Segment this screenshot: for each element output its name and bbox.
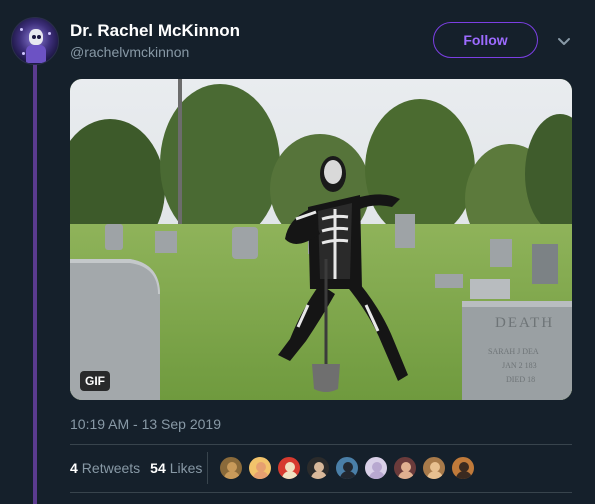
liker-avatar-8[interactable] bbox=[422, 456, 446, 480]
chevron-down-icon[interactable] bbox=[555, 32, 573, 50]
liker-torso bbox=[398, 471, 414, 479]
author-name[interactable]: Dr. Rachel McKinnon bbox=[70, 21, 240, 41]
avatar-sparkle bbox=[20, 28, 23, 31]
retweets-label: Retweets bbox=[81, 460, 141, 476]
thread-line bbox=[33, 64, 37, 504]
liker-avatars bbox=[219, 456, 480, 480]
headstone-line-2: JAN 2 183 bbox=[502, 361, 537, 370]
near-headstone-right: DEATH SARAH J DEA JAN 2 183 DIED 18 bbox=[462, 301, 572, 400]
liker-torso bbox=[427, 471, 443, 479]
gif-frame: DEATH SARAH J DEA JAN 2 183 DIED 18 bbox=[70, 79, 572, 400]
avatar[interactable] bbox=[11, 17, 59, 65]
liker-avatar-6[interactable] bbox=[364, 456, 388, 480]
gif-badge: GIF bbox=[80, 371, 110, 391]
avatar-figure-body bbox=[26, 45, 46, 63]
stats-separator bbox=[207, 452, 208, 484]
liker-torso bbox=[456, 471, 472, 479]
likes-label: Likes bbox=[169, 460, 203, 476]
divider bbox=[70, 492, 572, 493]
liker-torso bbox=[253, 471, 269, 479]
liker-avatar-2[interactable] bbox=[248, 456, 272, 480]
tweet-timestamp[interactable]: 10:19 AM - 13 Sep 2019 bbox=[70, 416, 221, 432]
author-handle[interactable]: @rachelvmckinnon bbox=[70, 44, 189, 60]
liker-avatar-7[interactable] bbox=[393, 456, 417, 480]
avatar-eye bbox=[32, 35, 36, 39]
headstone-line-1: SARAH J DEA bbox=[488, 347, 539, 356]
liker-torso bbox=[282, 471, 298, 479]
gif-media[interactable]: DEATH SARAH J DEA JAN 2 183 DIED 18 GIF bbox=[70, 79, 572, 400]
liker-avatar-5[interactable] bbox=[335, 456, 359, 480]
liker-torso bbox=[311, 471, 327, 479]
follow-button[interactable]: Follow bbox=[433, 22, 538, 58]
liker-torso bbox=[224, 471, 240, 479]
divider bbox=[70, 444, 572, 445]
avatar-sparkle bbox=[48, 32, 51, 35]
likes-count: 54 bbox=[150, 460, 166, 476]
liker-avatar-1[interactable] bbox=[219, 456, 243, 480]
avatar-sparkle bbox=[22, 52, 25, 55]
headstone-title: DEATH bbox=[495, 315, 554, 331]
liker-torso bbox=[369, 471, 385, 479]
liker-avatar-4[interactable] bbox=[306, 456, 330, 480]
retweets-count: 4 bbox=[70, 460, 78, 476]
engagement-stats: 4 Retweets 54 Likes bbox=[70, 460, 212, 476]
headstone-line-3: DIED 18 bbox=[506, 375, 535, 384]
retweets-stat[interactable]: 4 Retweets bbox=[70, 460, 140, 476]
avatar-eye bbox=[37, 35, 41, 39]
liker-avatar-9[interactable] bbox=[451, 456, 475, 480]
liker-torso bbox=[340, 471, 356, 479]
likes-stat[interactable]: 54 Likes bbox=[150, 460, 202, 476]
liker-avatar-3[interactable] bbox=[277, 456, 301, 480]
